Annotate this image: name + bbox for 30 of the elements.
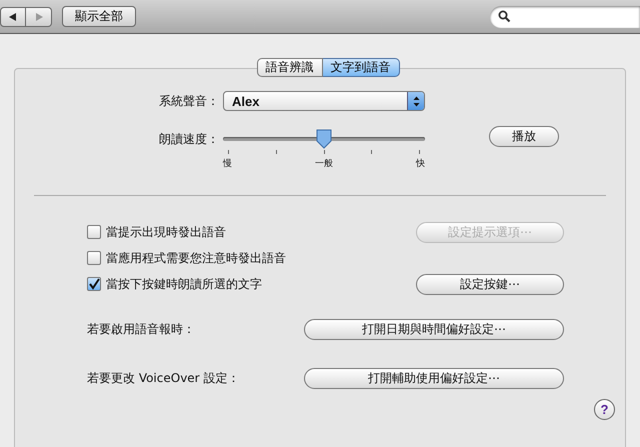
forward-button[interactable] [26,6,52,26]
option-label: 當應用程式需要您注意時發出語音 [106,250,286,266]
play-button[interactable]: 播放 [489,126,559,147]
updown-icon [412,96,420,106]
tick-label: 慢 [223,158,232,170]
checkbox[interactable] [87,277,101,291]
search-icon [498,10,511,23]
back-button[interactable] [0,6,26,26]
checkbox[interactable] [87,225,101,239]
tick-label: 快 [416,158,425,170]
rate-label: 朗讀速度： [158,131,220,148]
tick-label: 一般 [315,158,333,170]
action-label: 若要啟用語音報時： [87,321,195,338]
open-preferences-button[interactable]: 打開日期與時間偏好設定⋯ [304,319,564,340]
search-field[interactable] [490,6,640,28]
action-label: 若要更改 VoiceOver 設定： [87,370,240,387]
open-preferences-button[interactable]: 打開輔助使用偏好設定⋯ [304,368,564,389]
checkbox[interactable] [87,251,101,265]
forward-arrow-icon [34,12,44,22]
option-label: 當提示出現時發出語音 [106,224,226,240]
voice-label: 系統聲音： [158,92,220,110]
option-settings-button[interactable]: 設定按鍵⋯ [416,274,564,294]
show-all-button[interactable]: 顯示全部 [62,6,136,27]
tab[interactable]: 文字到語音 [322,58,400,77]
option-label: 當按下按鍵時朗讀所選的文字 [106,276,262,292]
help-button[interactable]: ? [594,399,615,420]
slider-thumb[interactable] [315,129,333,149]
back-arrow-icon [8,12,18,22]
tab[interactable]: 語音辨識 [256,58,322,77]
voice-popup[interactable]: Alex [223,91,425,111]
